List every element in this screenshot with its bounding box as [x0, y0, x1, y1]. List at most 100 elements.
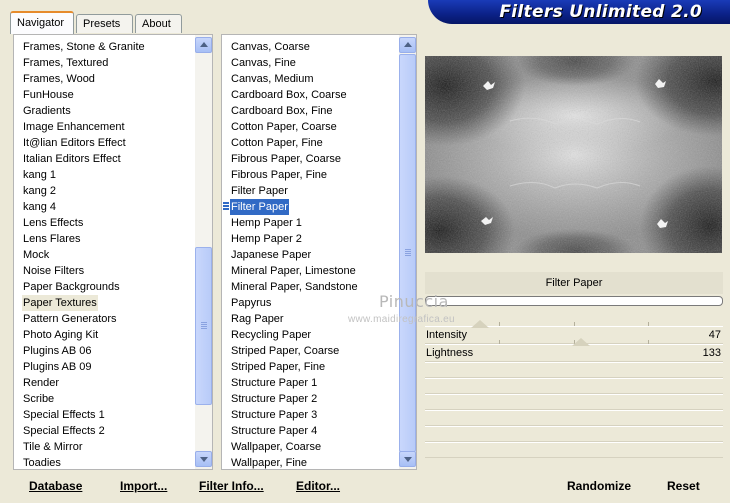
filter-item-label: Structure Paper 2 [231, 393, 318, 405]
filter-scroll-up-button[interactable] [399, 37, 416, 53]
category-item[interactable]: Frames, Wood [14, 71, 196, 87]
filter-item[interactable]: Fibrous Paper, Fine [222, 167, 400, 183]
category-item[interactable]: Lens Effects [14, 215, 196, 231]
category-scroll-down-button[interactable] [195, 451, 212, 467]
filter-item-label: Cardboard Box, Coarse [231, 89, 347, 101]
tab-navigator[interactable]: Navigator [10, 11, 74, 34]
category-item[interactable]: Image Enhancement [14, 119, 196, 135]
filter-item-label: Hemp Paper 2 [231, 233, 302, 245]
filter-scrollbar[interactable] [399, 35, 416, 469]
category-item[interactable]: Pattern Generators [14, 311, 196, 327]
category-item[interactable]: FunHouse [14, 87, 196, 103]
filter-item[interactable]: Cardboard Box, Fine [222, 103, 400, 119]
filter-item-label: Striped Paper, Coarse [231, 345, 340, 357]
category-item[interactable]: Tile & Mirror [14, 439, 196, 455]
filter-item[interactable]: Filter Paper [222, 183, 400, 199]
category-item[interactable]: Noise Filters [14, 263, 196, 279]
filter-item-label: Cotton Paper, Coarse [231, 121, 337, 133]
filter-item[interactable]: Hemp Paper 1 [222, 215, 400, 231]
category-item-label: kang 1 [23, 169, 57, 181]
category-item-label: Image Enhancement [23, 121, 125, 133]
category-item-label: Gradients [23, 105, 71, 117]
category-item[interactable]: Gradients [14, 103, 196, 119]
category-item[interactable]: Lens Flares [14, 231, 196, 247]
category-item[interactable]: Frames, Textured [14, 55, 196, 71]
category-item[interactable]: Italian Editors Effect [14, 151, 196, 167]
tab-about[interactable]: About [135, 14, 182, 33]
filter-item[interactable]: Hemp Paper 2 [222, 231, 400, 247]
arrow-up-icon [200, 42, 208, 47]
filter-scroll-down-button[interactable] [399, 451, 416, 467]
preview-image[interactable] [425, 56, 722, 253]
category-item[interactable]: kang 4 [14, 199, 196, 215]
filter-item-label: Papyrus [231, 297, 272, 309]
category-item[interactable]: Photo Aging Kit [14, 327, 196, 343]
category-scrollbar[interactable] [195, 35, 212, 469]
filter-list-panel: Canvas, Coarse Canvas, Fine Canvas, Medium… [221, 34, 417, 470]
category-item-label: It@lian Editors Effect [23, 137, 126, 149]
category-item[interactable]: Frames, Stone & Granite [14, 39, 196, 55]
filter-item[interactable]: Structure Paper 2 [222, 391, 400, 407]
filter-item[interactable]: Structure Paper 4 [222, 423, 400, 439]
category-item-label: Frames, Textured [23, 57, 109, 69]
editor-button[interactable]: Editor... [296, 477, 340, 495]
filter-item-label: Canvas, Coarse [231, 41, 310, 53]
empty-control-row [425, 362, 723, 378]
database-button[interactable]: Database [29, 477, 82, 495]
category-item[interactable]: Paper Textures [14, 295, 196, 311]
category-item-label: kang 4 [23, 201, 57, 213]
reset-button[interactable]: Reset [667, 477, 700, 495]
category-item[interactable]: Render [14, 375, 196, 391]
filter-item[interactable]: Striped Paper, Coarse [222, 343, 400, 359]
slider-intensity-knob[interactable] [471, 320, 489, 328]
filter-item[interactable]: Cardboard Box, Coarse [222, 87, 400, 103]
category-item[interactable]: Toadies [14, 455, 196, 471]
slider-lightness[interactable]: Lightness 133 [425, 338, 723, 362]
category-item[interactable]: Plugins AB 06 [14, 343, 196, 359]
filter-scroll-thumb[interactable] [399, 54, 416, 452]
tab-presets[interactable]: Presets [76, 14, 133, 33]
filter-item-label: Striped Paper, Fine [231, 361, 326, 373]
filter-item[interactable]: Canvas, Fine [222, 55, 400, 71]
filter-item[interactable]: Canvas, Medium [222, 71, 400, 87]
filter-list[interactable]: Canvas, Coarse Canvas, Fine Canvas, Medium… [222, 39, 400, 471]
category-list[interactable]: Frames, Stone & Granite Frames, Textured F… [14, 39, 196, 471]
filter-item[interactable]: Japanese Paper [222, 247, 400, 263]
filter-item[interactable]: Filter Paper [222, 199, 400, 215]
filter-item[interactable]: Structure Paper 3 [222, 407, 400, 423]
category-item[interactable]: Paper Backgrounds [14, 279, 196, 295]
filter-item[interactable]: Fibrous Paper, Coarse [222, 151, 400, 167]
filter-item-label: Mineral Paper, Sandstone [231, 281, 358, 293]
category-item-label: Lens Effects [23, 217, 84, 229]
category-item[interactable]: kang 2 [14, 183, 196, 199]
filter-item[interactable]: Mineral Paper, Limestone [222, 263, 400, 279]
category-item[interactable]: Scribe [14, 391, 196, 407]
category-scroll-up-button[interactable] [195, 37, 212, 53]
filter-item-label: Recycling Paper [231, 329, 312, 341]
randomize-button[interactable]: Randomize [567, 477, 631, 495]
filter-item[interactable]: Wallpaper, Coarse [222, 439, 400, 455]
filter-item[interactable]: Canvas, Coarse [222, 39, 400, 55]
filter-item[interactable]: Cotton Paper, Coarse [222, 119, 400, 135]
filter-info-button[interactable]: Filter Info... [199, 477, 264, 495]
category-item[interactable]: It@lian Editors Effect [14, 135, 196, 151]
slider-lightness-knob[interactable] [572, 338, 590, 346]
filter-item[interactable]: Striped Paper, Fine [222, 359, 400, 375]
category-item[interactable]: Plugins AB 09 [14, 359, 196, 375]
category-item[interactable]: Special Effects 1 [14, 407, 196, 423]
selection-marker-icon [223, 202, 229, 212]
filter-item[interactable]: Recycling Paper [222, 327, 400, 343]
category-item[interactable]: kang 1 [14, 167, 196, 183]
category-scroll-thumb[interactable] [195, 247, 212, 405]
filter-item[interactable]: Cotton Paper, Fine [222, 135, 400, 151]
category-item[interactable]: Special Effects 2 [14, 423, 196, 439]
filter-item[interactable]: Mineral Paper, Sandstone [222, 279, 400, 295]
import-button[interactable]: Import... [120, 477, 167, 495]
category-item-label: Special Effects 2 [23, 425, 105, 437]
filter-item[interactable]: Papyrus [222, 295, 400, 311]
category-item[interactable]: Mock [14, 247, 196, 263]
filter-item[interactable]: Structure Paper 1 [222, 375, 400, 391]
category-item-label: Mock [23, 249, 50, 261]
filter-item-label: Hemp Paper 1 [231, 217, 302, 229]
filter-item[interactable]: Wallpaper, Fine [222, 455, 400, 471]
